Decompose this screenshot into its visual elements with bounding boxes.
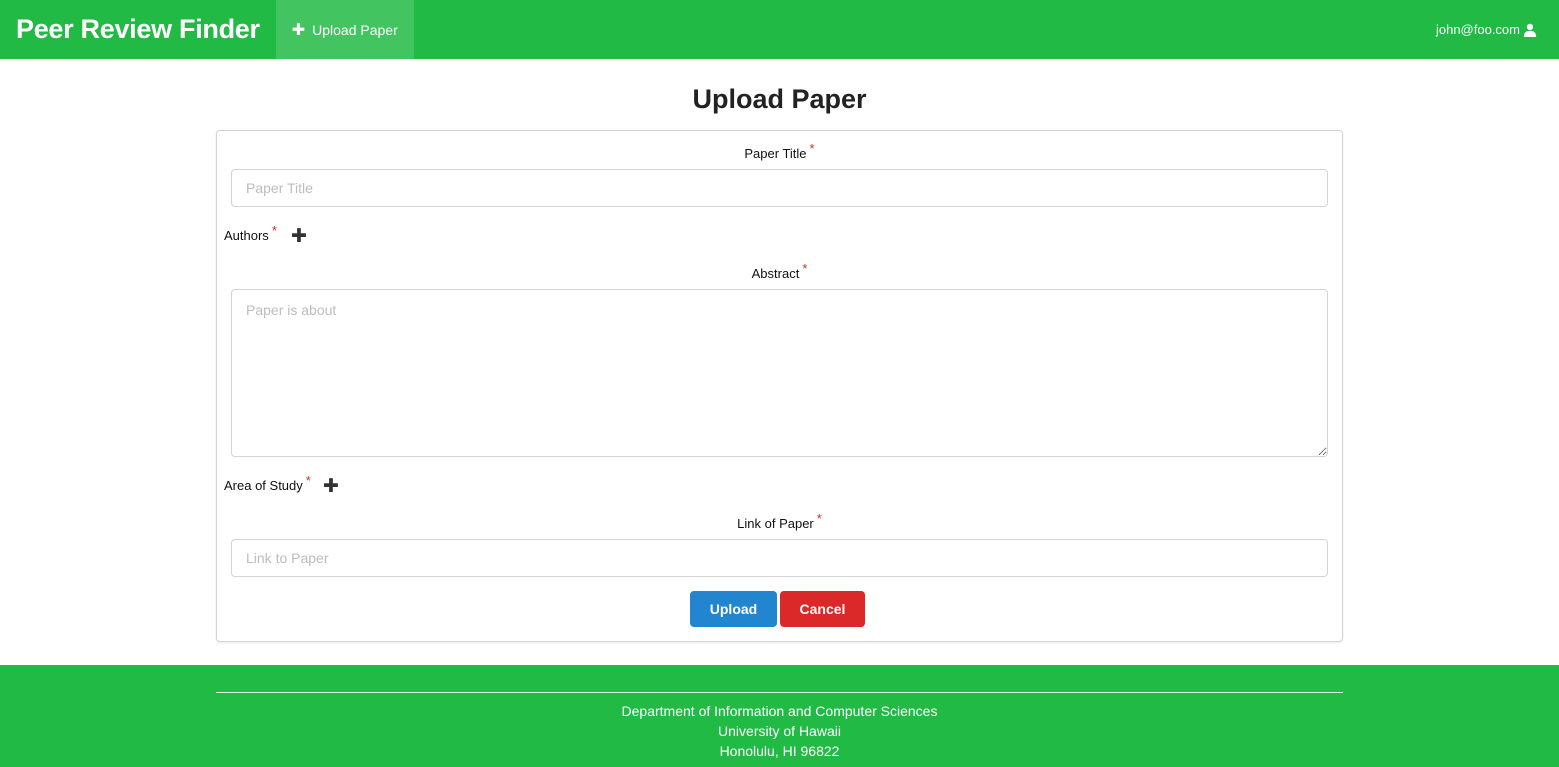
add-author-plus-icon[interactable]: ✚ xyxy=(291,227,307,246)
abstract-label: Abstract * xyxy=(217,261,1342,281)
navbar: Peer Review Finder ✚ Upload Paper john@f… xyxy=(0,0,1559,59)
link-to-paper-input[interactable] xyxy=(231,539,1328,577)
authors-label-text: Authors xyxy=(224,228,269,243)
footer-department: Department of Information and Computer S… xyxy=(621,703,938,719)
authors-label: Authors * xyxy=(224,223,277,243)
required-marker: * xyxy=(802,261,808,276)
user-icon xyxy=(1523,23,1537,37)
link-of-paper-label: Link of Paper * xyxy=(217,511,1342,531)
paper-title-label-text: Paper Title xyxy=(744,146,807,161)
footer-address: Honolulu, HI 96822 xyxy=(719,743,840,759)
area-of-study-label-text: Area of Study xyxy=(224,478,303,493)
nav-upload-paper-link[interactable]: ✚ Upload Paper xyxy=(275,0,414,59)
abstract-textarea[interactable] xyxy=(231,289,1328,457)
footer: Department of Information and Computer S… xyxy=(0,665,1559,767)
cancel-button[interactable]: Cancel xyxy=(780,591,865,627)
upload-paper-form: Paper Title* Authors* ✚ Abstract* Area o… xyxy=(216,130,1343,642)
required-marker: * xyxy=(305,473,311,488)
footer-university: University of Hawaii xyxy=(718,723,841,739)
link-of-paper-label-text: Link of Paper xyxy=(737,516,814,531)
add-area-plus-icon[interactable]: ✚ xyxy=(323,477,339,496)
paper-title-label: Paper Title * xyxy=(217,141,1342,161)
brand-title[interactable]: Peer Review Finder xyxy=(0,0,276,59)
footer-divider xyxy=(216,692,1343,693)
paper-title-input[interactable] xyxy=(231,169,1328,207)
nav-upload-paper-label: Upload Paper xyxy=(312,21,398,38)
required-marker: * xyxy=(271,223,277,238)
user-email: john@foo.com xyxy=(1435,22,1520,37)
required-marker: * xyxy=(816,511,822,526)
page-title: Upload Paper xyxy=(692,84,867,114)
area-of-study-label: Area of Study * xyxy=(224,473,311,493)
user-menu[interactable]: john@foo.com xyxy=(1436,0,1559,59)
abstract-label-text: Abstract xyxy=(751,266,800,281)
required-marker: * xyxy=(809,141,815,156)
upload-button[interactable]: Upload xyxy=(690,591,777,627)
plus-icon: ✚ xyxy=(291,21,306,39)
